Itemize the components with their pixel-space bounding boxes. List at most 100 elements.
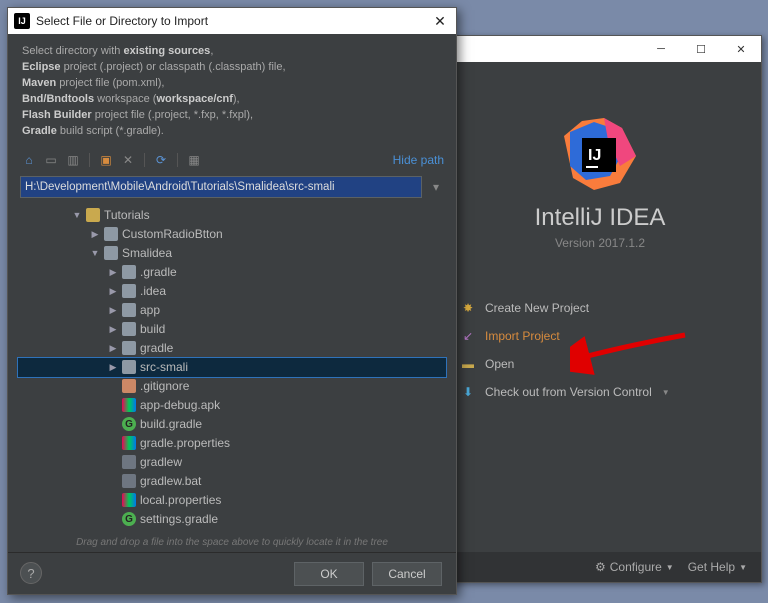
configure-dropdown[interactable]: ⚙ Configure ▼ [595, 560, 674, 574]
tree-label: settings.gradle [140, 512, 218, 526]
file-icon [122, 398, 136, 412]
tree-row[interactable]: Gbuild.gradle [18, 415, 446, 434]
tree-row[interactable]: app [18, 301, 446, 320]
welcome-window: ─ ☐ ✕ IJ IntelliJ IDEA Version 2017.1.2 … [438, 35, 762, 583]
expand-arrow-icon[interactable] [108, 286, 118, 297]
help-button[interactable]: ? [20, 562, 42, 584]
tree-row[interactable]: src-smali [18, 358, 446, 377]
show-hidden-icon[interactable]: ▦ [185, 151, 203, 169]
tree-label: src-smali [140, 360, 188, 374]
history-icon[interactable]: ▾ [428, 180, 444, 194]
tree-label: Smalidea [122, 246, 172, 260]
file-icon [122, 455, 136, 469]
tree-row[interactable]: gradle [18, 339, 446, 358]
tree-label: app [140, 303, 160, 317]
action-label: Create New Project [485, 301, 589, 315]
maximize-button[interactable]: ☐ [681, 36, 721, 62]
folder-icon [86, 208, 100, 222]
folder-icon [122, 322, 136, 336]
minimize-button[interactable]: ─ [641, 36, 681, 62]
import-project[interactable]: ↙ Import Project [461, 322, 739, 350]
svg-text:IJ: IJ [588, 147, 601, 164]
folder-icon [104, 227, 118, 241]
tree-label: .gitignore [140, 379, 189, 393]
intellij-logo: IJ [461, 118, 739, 190]
file-tree[interactable]: Tutorials CustomRadioBtton Smalidea .gradle… [8, 204, 456, 533]
action-label: Open [485, 357, 514, 371]
folder-icon [122, 341, 136, 355]
tree-label: gradle [140, 341, 173, 355]
intellij-icon: IJ [14, 13, 30, 29]
tree-row[interactable]: gradle.properties [18, 434, 446, 453]
chevron-down-icon: ▼ [662, 388, 670, 397]
tree-row[interactable]: .gradle [18, 263, 446, 282]
new-folder-icon[interactable]: ▣ [97, 151, 115, 169]
expand-arrow-icon[interactable] [108, 362, 118, 373]
tree-row[interactable]: build [18, 320, 446, 339]
get-help-dropdown[interactable]: Get Help ▼ [688, 560, 747, 574]
tree-label: app-debug.apk [140, 398, 220, 412]
tree-row[interactable]: app-debug.apk [18, 396, 446, 415]
tree-row[interactable]: Smalidea [18, 244, 446, 263]
expand-arrow-icon[interactable] [90, 248, 100, 258]
expand-arrow-icon[interactable] [90, 229, 100, 240]
tree-label: gradle.properties [140, 436, 230, 450]
close-button[interactable]: ✕ [721, 36, 761, 62]
expand-arrow-icon[interactable] [108, 343, 118, 354]
tree-label: gradlew.bat [140, 474, 201, 488]
close-icon[interactable]: ✕ [430, 11, 450, 31]
delete-icon[interactable]: ✕ [119, 151, 137, 169]
chevron-down-icon: ▼ [666, 563, 674, 572]
tree-label: Tutorials [104, 208, 150, 222]
folder-icon [122, 303, 136, 317]
sparkle-icon: ✸ [461, 301, 475, 315]
footer-label: Get Help [688, 560, 735, 574]
tree-row[interactable]: gradlew [18, 453, 446, 472]
file-icon [122, 436, 136, 450]
tree-row[interactable]: local.properties [18, 491, 446, 510]
tree-row[interactable]: Gsettings.gradle [18, 510, 446, 529]
path-input[interactable] [20, 176, 422, 198]
folder-icon [122, 265, 136, 279]
welcome-footer: ⚙ Configure ▼ Get Help ▼ [439, 552, 761, 582]
tree-label: build [140, 322, 165, 336]
app-version: Version 2017.1.2 [461, 236, 739, 250]
ok-button[interactable]: OK [294, 562, 364, 586]
tree-hint: Drag and drop a file into the space abov… [8, 533, 456, 552]
import-dialog: IJ Select File or Directory to Import ✕ … [7, 7, 457, 595]
file-icon [122, 474, 136, 488]
cancel-button[interactable]: Cancel [372, 562, 442, 586]
tree-row[interactable]: gradlew.bat [18, 472, 446, 491]
expand-arrow-icon[interactable] [108, 305, 118, 316]
home-icon[interactable]: ⌂ [20, 151, 38, 169]
expand-arrow-icon[interactable] [108, 267, 118, 278]
tree-row[interactable]: .idea [18, 282, 446, 301]
tree-label: CustomRadioBtton [122, 227, 223, 241]
checkout-vcs[interactable]: ⬇ Check out from Version Control ▼ [461, 378, 739, 406]
open-project[interactable]: ▬ Open [461, 350, 739, 378]
desktop-icon[interactable]: ▭ [42, 151, 60, 169]
project-icon[interactable]: ▥ [64, 151, 82, 169]
create-new-project[interactable]: ✸ Create New Project [461, 294, 739, 322]
gear-icon: ⚙ [595, 560, 606, 574]
dialog-title: Select File or Directory to Import [36, 14, 430, 28]
tree-label: build.gradle [140, 417, 202, 431]
action-label: Check out from Version Control [485, 385, 652, 399]
expand-arrow-icon[interactable] [72, 210, 82, 220]
folder-icon: ▬ [461, 357, 475, 371]
tree-label: local.properties [140, 493, 221, 507]
hide-path-link[interactable]: Hide path [393, 153, 444, 167]
tree-row[interactable]: .gitignore [18, 377, 446, 396]
tree-row[interactable]: Tutorials [18, 206, 446, 225]
expand-arrow-icon[interactable] [108, 324, 118, 335]
folder-icon [122, 360, 136, 374]
folder-icon [104, 246, 118, 260]
dialog-toolbar: ⌂ ▭ ▥ ▣ ✕ ⟳ ▦ Hide path [8, 148, 456, 172]
dialog-titlebar[interactable]: IJ Select File or Directory to Import ✕ [8, 8, 456, 34]
file-icon [122, 493, 136, 507]
file-icon: G [122, 417, 136, 431]
tree-label: gradlew [140, 455, 182, 469]
footer-label: Configure [610, 560, 662, 574]
tree-row[interactable]: CustomRadioBtton [18, 225, 446, 244]
refresh-icon[interactable]: ⟳ [152, 151, 170, 169]
